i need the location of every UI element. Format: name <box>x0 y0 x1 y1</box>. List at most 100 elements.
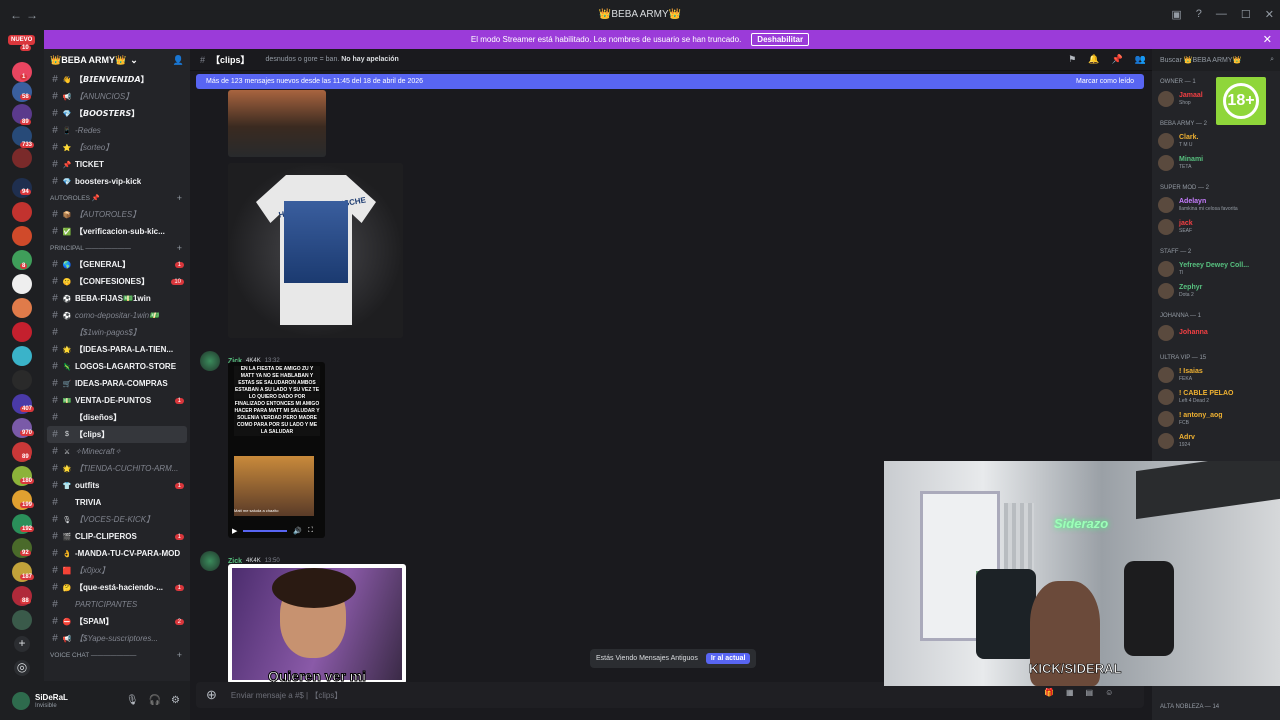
server-icon[interactable] <box>12 148 32 168</box>
member-item[interactable]: Zephyr Dota 2 <box>1158 281 1280 301</box>
mark-read-button[interactable]: Marcar como leído <box>1076 78 1134 85</box>
member-item[interactable]: Johanna <box>1158 323 1280 343</box>
server-icon[interactable] <box>12 322 32 342</box>
attachment-image[interactable]: Quieren ver mi <box>228 564 406 684</box>
add-server-icon[interactable]: + <box>14 636 30 652</box>
channel-item[interactable]: # PARTICIPANTES <box>44 596 190 613</box>
channel-item[interactable]: # ⚽ como-depositar-1win💵 <box>44 307 190 324</box>
server-icon[interactable] <box>12 298 32 318</box>
member-item[interactable]: ! Isaias FEKA <box>1158 365 1280 385</box>
channel-item[interactable]: # 🌟 【IDEAS-PARA-LA-TIEN... <box>44 341 190 358</box>
channel-item[interactable]: # TRIVIA <box>44 494 190 511</box>
member-item[interactable]: jack SEAF <box>1158 217 1280 237</box>
banner-close-icon[interactable]: ✕ <box>1263 33 1272 46</box>
server-icon[interactable] <box>12 226 32 246</box>
gif-icon[interactable]: ▦ <box>1066 688 1074 697</box>
avatar[interactable] <box>200 551 220 571</box>
channel-item[interactable]: # 👕 outfits 1 <box>44 477 190 494</box>
channel-item[interactable]: # 📢 【$Yape-suscriptores... <box>44 630 190 647</box>
maximize-icon[interactable]: ☐ <box>1241 8 1251 21</box>
channel-item[interactable]: # 【diseños】 <box>44 409 190 426</box>
server-header[interactable]: 👑BEBA ARMY👑 ⌄ 👤 <box>44 49 190 71</box>
channel-item[interactable]: # 🦎 LOGOS-LAGARTO-STORE <box>44 358 190 375</box>
fullscreen-icon[interactable]: ⛶ <box>308 527 313 535</box>
channel-item[interactable]: # 🌟 【TIENDA-CUCHITO-ARM... <box>44 460 190 477</box>
new-messages-bar[interactable]: Más de 123 mensajes nuevos desde las 11:… <box>196 74 1144 89</box>
channel-item[interactable]: # 🤔 【que-está-haciendo-... 1 <box>44 579 190 596</box>
composer-placeholder[interactable]: Enviar mensaje a #$ | 【clips】 <box>231 690 342 701</box>
member-item[interactable]: ! CABLE PELAO Left 4 Dead 2 <box>1158 387 1280 407</box>
channel-item[interactable]: # 📱 -Redes <box>44 122 190 139</box>
channel-item[interactable]: # 🎬 CLIP-CLIPEROS 1 <box>44 528 190 545</box>
volume-icon[interactable]: 🔊 <box>293 527 302 535</box>
attachment-image[interactable]: HERMANOS BRUSCHE <box>228 163 403 338</box>
channel-item[interactable]: # 🎙 【VOCES-DE-KICK】 <box>44 511 190 528</box>
threads-icon[interactable]: ⚑ <box>1068 54 1076 65</box>
channel-item[interactable]: # 📌 TICKET <box>44 156 190 173</box>
member-item[interactable]: Yefreey Dewey Coll... TI <box>1158 259 1280 279</box>
channel-item[interactable]: # ✅ 【verificacion-sub-kic... <box>44 223 190 240</box>
channel-item[interactable]: # ⛔ 【SPAM】 2 <box>44 613 190 630</box>
member-item[interactable]: Adrv 1924 <box>1158 431 1280 451</box>
attachment-image[interactable] <box>228 90 326 157</box>
help-icon[interactable]: ? <box>1196 8 1202 21</box>
gear-icon[interactable]: ⚙ <box>171 695 180 706</box>
channel-item[interactable]: # 💎 【𝘽𝙊𝙊𝙎𝙏𝙀𝙍𝙎】 <box>44 105 190 122</box>
progress-bar[interactable] <box>243 530 288 532</box>
inbox-icon[interactable]: ▣ <box>1171 8 1181 21</box>
member-item[interactable]: Clark. T M U <box>1158 131 1280 151</box>
server-icon[interactable] <box>12 610 32 630</box>
channel-item[interactable]: # 🟥 【x0jxx】 <box>44 562 190 579</box>
server-icon[interactable] <box>12 274 32 294</box>
hash-icon: # <box>52 429 58 440</box>
category-autoroles[interactable]: AUTOROLES 📌 + <box>44 190 190 206</box>
channel-item[interactable]: # ⚽ BEBA-FIJAS💵1win <box>44 290 190 307</box>
member-item[interactable]: Adelayn llamkina mi celosa favorita <box>1158 195 1280 215</box>
channel-item[interactable]: # 👌 -MANDA-TU-CV-PARA-MOD <box>44 545 190 562</box>
member-item[interactable]: Minami TETA <box>1158 153 1280 173</box>
channel-item[interactable]: # ⭐ 【sorteo】 <box>44 139 190 156</box>
server-icon[interactable] <box>12 178 32 198</box>
channel-item[interactable]: # 💵 VENTA-DE-PUNTOS 1 <box>44 392 190 409</box>
channel-item[interactable]: # ⚔ ✧Minecraft✧ <box>44 443 190 460</box>
add-channel-icon[interactable]: + <box>177 193 182 203</box>
member-item[interactable]: ! antony_aog FCB <box>1158 409 1280 429</box>
pin-icon[interactable]: 📌 <box>1112 54 1123 65</box>
channel-item[interactable]: # 🤫 【CONFESIONES】 10 <box>44 273 190 290</box>
video-attachment[interactable]: EN LA FIESTA DE AMIGO ZU Y MATT YA NO SE… <box>228 362 325 538</box>
channel-item[interactable]: # 📦 【AUTOROLES】 <box>44 206 190 223</box>
plus-icon[interactable]: ⊕ <box>206 687 217 703</box>
sticker-icon[interactable]: ▤ <box>1086 688 1094 697</box>
server-icon[interactable] <box>12 346 32 366</box>
microphone-icon[interactable]: 🎙 <box>126 695 139 706</box>
server-icon[interactable] <box>12 202 32 222</box>
members-icon[interactable]: 👥 <box>1135 54 1146 65</box>
channel-item[interactable]: # 👋 【𝘽𝙄𝙀𝙉𝙑𝙀𝙉𝙄𝘿𝘼】 <box>44 71 190 88</box>
emoji-icon[interactable]: ☺ <box>1105 688 1113 697</box>
bell-icon[interactable]: 🔔 <box>1088 54 1099 65</box>
add-channel-icon[interactable]: + <box>177 243 182 253</box>
channel-item[interactable]: # 【$1win-pagos$】 <box>44 324 190 341</box>
server-icon[interactable] <box>12 370 32 390</box>
search-input[interactable]: Buscar 👑BEBA ARMY👑 ⌕ <box>1152 49 1280 71</box>
discover-icon[interactable]: ◎ <box>14 660 30 676</box>
channel-item[interactable]: # 🛒 IDEAS-PARA-COMPRAS <box>44 375 190 392</box>
disable-streamer-button[interactable]: Deshabilitar <box>751 33 810 46</box>
avatar[interactable] <box>200 351 220 371</box>
category-voice-chat[interactable]: VOICE CHAT ——————— + <box>44 647 190 663</box>
jump-present-button[interactable]: Ir al actual <box>705 653 751 664</box>
channel-label: 【sorteo】 <box>75 143 114 152</box>
avatar[interactable] <box>12 691 30 710</box>
play-icon[interactable]: ▶ <box>232 527 237 535</box>
channel-item[interactable]: # 📢 【ANUNCIOS】 <box>44 88 190 105</box>
category-principal[interactable]: PRINCIPAL ——————— + <box>44 240 190 256</box>
close-icon[interactable]: ✕ <box>1265 8 1274 21</box>
channel-item[interactable]: # 💎 boosters-vip-kick <box>44 173 190 190</box>
channel-item[interactable]: # 🌎 【GENERAL】 1 <box>44 256 190 273</box>
headphones-icon[interactable]: 🎧 <box>149 695 161 706</box>
minimize-icon[interactable]: — <box>1216 8 1227 21</box>
gift-icon[interactable]: 🎁 <box>1044 688 1054 697</box>
channel-item[interactable]: # $ 【clips】 <box>47 426 187 443</box>
add-channel-icon[interactable]: + <box>177 650 182 660</box>
invite-icon[interactable]: 👤 <box>173 55 184 66</box>
